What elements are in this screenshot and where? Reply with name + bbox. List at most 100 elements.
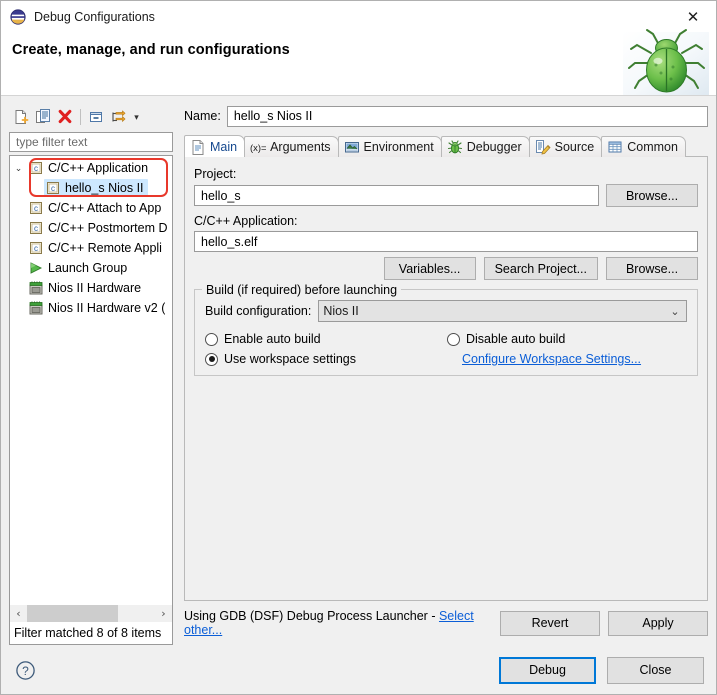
build-configuration-row: Build configuration: Nios II ⌄ xyxy=(205,300,687,322)
duplicate-configuration-button[interactable] xyxy=(33,107,53,127)
tree-item[interactable]: Nios II Hardware v2 ( xyxy=(10,298,172,318)
name-input[interactable] xyxy=(231,108,703,124)
source-pencil-icon xyxy=(535,139,551,155)
tree-item[interactable]: c C/C++ Postmortem D xyxy=(10,218,172,238)
new-launch-configuration-button[interactable] xyxy=(11,107,31,127)
radio-indicator xyxy=(205,352,218,366)
build-configuration-label: Build configuration: xyxy=(205,304,312,318)
configurations-tree[interactable]: ⌄ c C/C++ Application c hello_s Nios II c C/C+… xyxy=(10,156,172,605)
tree-toolbar: ▾ xyxy=(9,105,173,129)
scroll-right-arrow-icon[interactable]: › xyxy=(155,605,172,622)
c-app-icon: c xyxy=(28,240,44,256)
tab-common[interactable]: Common xyxy=(601,136,686,157)
project-field[interactable] xyxy=(194,185,599,206)
tab-label: Debugger xyxy=(466,140,522,154)
dialog-body: ▾ ⌄ c C/C++ Application c hello_s Nios II c C/… xyxy=(1,96,716,645)
nios-board-icon xyxy=(28,300,44,316)
tab-label: Environment xyxy=(363,140,434,154)
filter-text-box[interactable] xyxy=(9,132,173,152)
svg-text:c: c xyxy=(34,224,38,233)
tree-item-content: c C/C++ Attach to App xyxy=(27,199,165,217)
chevron-down-icon[interactable]: ⌄ xyxy=(10,163,27,174)
tree-item[interactable]: Nios II Hardware xyxy=(10,278,172,298)
tab-arguments[interactable]: (x)= Arguments xyxy=(244,136,339,157)
tab-environment[interactable]: Environment xyxy=(337,136,442,157)
scrollbar-thumb[interactable] xyxy=(27,605,118,622)
dialog-footer: ? Debug Close xyxy=(1,645,716,694)
tree-item-content: Launch Group xyxy=(27,259,131,277)
configure-workspace-settings-link[interactable]: Configure Workspace Settings... xyxy=(462,352,641,366)
tab-source[interactable]: Source xyxy=(528,136,603,157)
tree-item-label: C/C++ Postmortem D xyxy=(48,221,168,235)
application-buttons-row: Variables... Search Project... Browse... xyxy=(194,257,698,280)
tree-item-label: C/C++ Application xyxy=(48,161,149,175)
radio-indicator xyxy=(447,332,460,346)
filter-arrows-icon[interactable] xyxy=(108,107,128,127)
launcher-status-label: Using GDB (DSF) Debug Process Launcher - xyxy=(184,609,439,623)
tab-label: Arguments xyxy=(270,140,331,154)
tab-label: Main xyxy=(210,139,238,154)
title-bar: Debug Configurations ✕ xyxy=(1,1,716,32)
tree-item-label: Nios II Hardware v2 ( xyxy=(48,301,166,315)
debug-button[interactable]: Debug xyxy=(499,656,596,684)
apply-button[interactable]: Apply xyxy=(608,610,708,636)
revert-button[interactable]: Revert xyxy=(500,610,600,636)
build-group: Build (if required) before launching Bui… xyxy=(194,283,698,376)
tab-label: Common xyxy=(627,140,678,154)
tree-item-label: Launch Group xyxy=(48,261,128,275)
application-field[interactable] xyxy=(194,231,698,252)
project-label: Project: xyxy=(194,167,237,181)
green-bug-icon xyxy=(623,1,709,95)
chevron-down-icon: ⌄ xyxy=(670,305,680,318)
application-input[interactable] xyxy=(199,233,693,250)
green-play-icon xyxy=(28,260,44,276)
build-configuration-value: Nios II xyxy=(323,304,359,318)
horizontal-scrollbar[interactable]: ‹ › xyxy=(10,605,172,622)
svg-text:c: c xyxy=(34,164,38,173)
application-label: C/C++ Application: xyxy=(194,214,298,228)
radio-label: Use workspace settings xyxy=(224,352,357,366)
dialog-header: Create, manage, and run configurations xyxy=(1,29,716,96)
tree-item-content: Nios II Hardware xyxy=(27,279,145,297)
search-project-button[interactable]: Search Project... xyxy=(483,257,598,280)
variables-button[interactable]: Variables... xyxy=(383,257,476,280)
build-options-grid: Enable auto build Disable auto build Use… xyxy=(205,332,687,366)
radio-enable-auto-build[interactable]: Enable auto build xyxy=(205,332,447,346)
debug-configurations-dialog: Debug Configurations ✕ Create, manage, a… xyxy=(0,0,717,695)
svg-text:c: c xyxy=(34,244,38,253)
collapse-all-button[interactable] xyxy=(86,107,106,127)
tree-item[interactable]: c C/C++ Attach to App xyxy=(10,198,172,218)
tree-item-label: hello_s Nios II xyxy=(65,181,144,195)
tab-main[interactable]: Main xyxy=(184,135,246,157)
chevron-down-icon[interactable]: ▾ xyxy=(130,107,143,127)
tab-debugger[interactable]: Debugger xyxy=(440,136,530,157)
configurations-tree-container: ⌄ c C/C++ Application c hello_s Nios II c C/C+… xyxy=(9,155,173,645)
search-input[interactable] xyxy=(14,134,168,150)
project-input[interactable] xyxy=(199,187,594,204)
name-label: Name: xyxy=(184,109,221,123)
tree-item[interactable]: c C/C++ Remote Appli xyxy=(10,238,172,258)
tree-item[interactable]: c hello_s Nios II xyxy=(10,178,172,198)
toolbar-separator xyxy=(80,109,81,125)
close-button[interactable]: Close xyxy=(607,656,704,684)
radio-label: Disable auto build xyxy=(466,332,566,346)
scroll-left-arrow-icon[interactable]: ‹ xyxy=(10,605,27,622)
radio-indicator xyxy=(205,332,218,346)
nios-board-icon xyxy=(28,280,44,296)
c-app-icon: c xyxy=(28,200,44,216)
tree-item[interactable]: ⌄ c C/C++ Application xyxy=(10,158,172,178)
application-browse-button[interactable]: Browse... xyxy=(606,257,698,280)
project-browse-button[interactable]: Browse... xyxy=(606,184,698,207)
scrollbar-track[interactable] xyxy=(118,605,155,622)
radio-use-workspace-settings[interactable]: Use workspace settings xyxy=(205,352,447,366)
tree-item[interactable]: Launch Group xyxy=(10,258,172,278)
c-app-icon: c xyxy=(45,180,61,196)
main-tab-panel: Project: Browse... C/C++ Application: Va… xyxy=(184,156,708,601)
radio-disable-auto-build[interactable]: Disable auto build xyxy=(447,332,687,346)
delete-red-x-icon[interactable] xyxy=(55,107,75,127)
build-configuration-select[interactable]: Nios II ⌄ xyxy=(318,300,687,322)
question-mark-help-icon[interactable]: ? xyxy=(15,660,36,681)
svg-text:c: c xyxy=(51,184,55,193)
debugger-bug-icon xyxy=(447,139,463,155)
name-field[interactable] xyxy=(226,105,708,127)
